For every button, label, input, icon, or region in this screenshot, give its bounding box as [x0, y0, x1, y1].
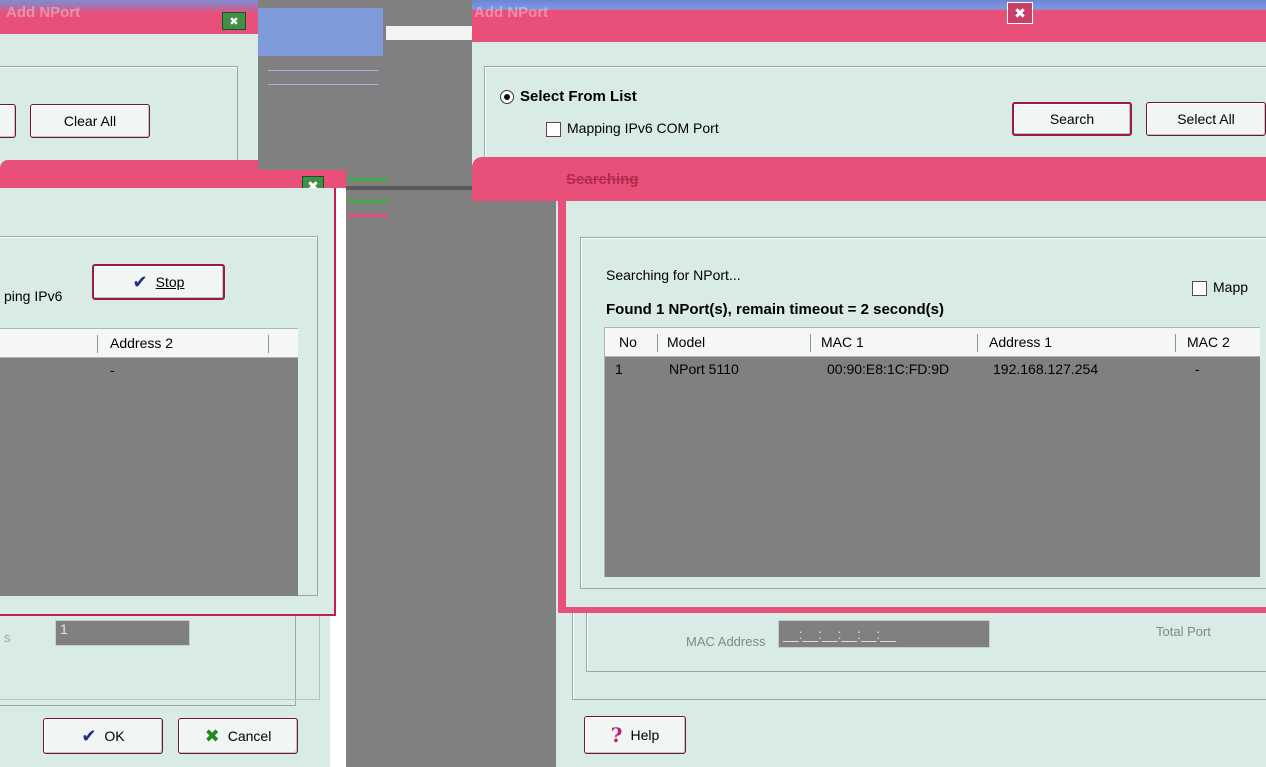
right-dialog-body-bottom: MAC Address __:__:__:__:__:__ Total Port…: [556, 602, 1266, 767]
taskbar-artifact-blue: [258, 8, 383, 56]
help-label: Help: [630, 727, 660, 743]
searching-dialog: Searching Searching for NPort... Found 1…: [472, 157, 1266, 615]
close-icon[interactable]: ✖: [1007, 2, 1033, 24]
cell-mac-2: -: [1195, 361, 1200, 377]
artifact-green: [348, 200, 388, 203]
column-separator: [977, 334, 978, 352]
table-row[interactable]: 1 NPort 5110 00:90:E8:1C:FD:9D 192.168.1…: [605, 357, 1261, 379]
right-dialog-title: Add NPort: [474, 4, 549, 21]
left-dialog-title: Add NPort: [6, 4, 81, 21]
cell-model: NPort 5110: [669, 361, 739, 377]
searching-titlebar: Searching: [472, 157, 1266, 201]
search-label: Search: [1049, 111, 1095, 127]
unknown-left-button[interactable]: [0, 104, 16, 138]
right-dialog-titlebar: Add NPort ✖: [472, 0, 1266, 42]
mac-address-input[interactable]: __:__:__:__:__:__: [778, 620, 990, 648]
taskbar-artifact-white: [386, 26, 472, 40]
left-device-list[interactable]: -: [0, 358, 298, 596]
cell-no: 1: [615, 361, 623, 377]
left-field-label-partial: s: [4, 630, 11, 645]
help-button[interactable]: ? Help: [584, 716, 686, 754]
column-model[interactable]: Model: [667, 334, 705, 350]
right-dialog-body-top: Select From List Mapping IPv6 COM Port S…: [472, 42, 1266, 166]
column-address-2[interactable]: Address 2: [110, 335, 173, 351]
found-status-text: Found 1 NPort(s), remain timeout = 2 sec…: [606, 301, 944, 318]
list-item[interactable]: -: [110, 362, 115, 378]
mapping-ipv6-com-label: Mapping IPv6 COM Port: [567, 120, 719, 136]
cell-mac-1: 00:90:E8:1C:FD:9D: [827, 361, 950, 377]
left-field-input[interactable]: 1: [55, 620, 190, 646]
mapping-ipv6-com-checkbox[interactable]: Mapping IPv6 COM Port: [546, 120, 719, 137]
total-ports-label: Total Port: [1156, 624, 1211, 639]
checkbox-icon: [546, 121, 561, 137]
stop-button[interactable]: ✔ Stop: [92, 264, 225, 300]
checkbox-icon: [1192, 280, 1207, 296]
search-button[interactable]: Search: [1012, 102, 1132, 136]
column-separator: [1175, 334, 1176, 352]
left-searching-dialog: ✖ ping IPv6 ✔ Stop Address 2 -: [0, 160, 346, 620]
mac-address-label: MAC Address: [686, 634, 766, 649]
clear-all-label: Clear All: [63, 113, 117, 129]
column-address-1[interactable]: Address 1: [989, 334, 1052, 350]
column-separator: [268, 335, 269, 353]
column-mac-1[interactable]: MAC 1: [821, 334, 864, 350]
searching-body: Searching for NPort... Found 1 NPort(s),…: [558, 201, 1266, 613]
clear-all-button[interactable]: Clear All: [30, 104, 150, 138]
mapping-ipv6-partial-label: ping IPv6: [4, 288, 63, 304]
mapping-checkbox[interactable]: Mapp: [1192, 279, 1248, 296]
mapping-partial-label: Mapp: [1213, 279, 1249, 295]
cancel-label: Cancel: [227, 728, 272, 744]
check-icon: ✔: [132, 272, 148, 292]
radio-selected-icon: [500, 90, 514, 105]
left-dialog-body: Clear All: [0, 34, 258, 176]
column-mac-2[interactable]: MAC 2: [1187, 334, 1230, 350]
left-dialog-titlebar: Add NPort ✖: [0, 0, 258, 34]
ok-label: OK: [104, 728, 125, 744]
left-list-header: Address 2: [0, 328, 298, 358]
desktop-background-strip: [258, 0, 472, 170]
cell-address-1: 192.168.127.254: [993, 361, 1099, 377]
ok-button[interactable]: ✔ OK: [43, 718, 163, 754]
column-separator: [810, 334, 811, 352]
cancel-button[interactable]: ✖ Cancel: [178, 718, 298, 754]
searching-status-text: Searching for NPort...: [606, 267, 741, 283]
artifact-green: [348, 178, 388, 181]
select-from-list-label: Select From List: [520, 88, 637, 105]
select-from-list-radio[interactable]: Select From List: [500, 88, 637, 105]
column-separator: [97, 335, 98, 353]
searching-title: Searching: [566, 171, 639, 188]
taskbar-artifact-line: [268, 84, 378, 85]
check-icon: ✔: [81, 726, 97, 746]
column-separator: [657, 334, 658, 352]
column-no[interactable]: No: [619, 334, 637, 350]
stop-label: Stop: [155, 274, 185, 290]
device-list-header: No Model MAC 1 Address 1 MAC 2: [604, 327, 1260, 357]
select-all-button[interactable]: Select All: [1146, 102, 1266, 136]
select-all-label: Select All: [1177, 111, 1235, 127]
taskbar-artifact-line: [268, 70, 378, 71]
left-search-body: ping IPv6 ✔ Stop Address 2 -: [0, 188, 336, 616]
artifact-green: [348, 214, 388, 217]
device-list[interactable]: 1 NPort 5110 00:90:E8:1C:FD:9D 192.168.1…: [604, 357, 1260, 577]
question-mark-icon: ?: [610, 723, 623, 747]
close-icon[interactable]: ✖: [222, 12, 246, 30]
x-icon: ✖: [204, 726, 220, 746]
